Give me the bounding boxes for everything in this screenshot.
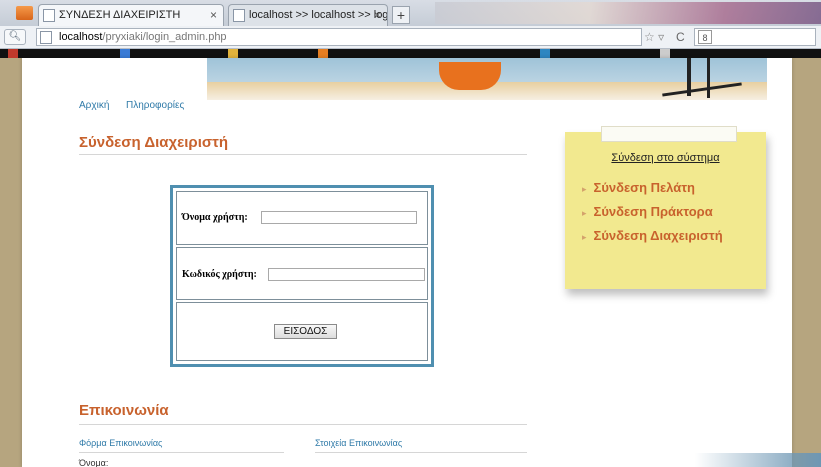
sidebar-item-label: Σύνδεση Πελάτη bbox=[593, 180, 695, 195]
tape-decoration bbox=[601, 126, 737, 142]
submit-row: ΕΙΣΟΔΟΣ bbox=[176, 302, 428, 361]
bookmark-star-icon[interactable]: ☆ ▿ bbox=[644, 30, 664, 44]
contact-form-heading[interactable]: Φόρμα Επικοινωνίας bbox=[79, 438, 162, 448]
divider bbox=[79, 452, 284, 453]
username-row: Όνομα χρήστη: bbox=[176, 191, 428, 245]
page-content: Αρχική Πληροφορίες Σύνδεση Διαχειριστή Ό… bbox=[22, 58, 792, 467]
sidebar-heading: Σύνδεση στο σύστημα bbox=[611, 152, 720, 164]
page-icon bbox=[43, 9, 55, 22]
bookmarks-toolbar bbox=[0, 49, 821, 58]
bookmark-icon[interactable] bbox=[228, 49, 238, 58]
bullet-icon: ▸ bbox=[582, 184, 587, 194]
new-tab-button[interactable]: + bbox=[392, 6, 410, 24]
sidebar-item-label: Σύνδεση Πράκτορα bbox=[593, 204, 713, 219]
sidebar-item-admin-login[interactable]: ▸ Σύνδεση Διαχειριστή bbox=[582, 228, 723, 243]
password-label: Κωδικός χρήστη: bbox=[182, 269, 257, 280]
login-options-card: Σύνδεση στο σύστημα ▸ Σύνδεση Πελάτη ▸ Σύν… bbox=[565, 126, 766, 289]
password-input[interactable] bbox=[268, 268, 425, 281]
sidebar-item-label: Σύνδεση Διαχειριστή bbox=[593, 228, 723, 243]
footer-decoration bbox=[695, 453, 821, 467]
divider bbox=[79, 424, 527, 425]
sidebar-item-client-login[interactable]: ▸ Σύνδεση Πελάτη bbox=[582, 180, 695, 195]
bullet-icon: ▸ bbox=[582, 232, 587, 242]
username-label: Όνομα χρήστη: bbox=[182, 212, 248, 223]
username-input[interactable] bbox=[261, 211, 417, 224]
firefox-menu-button[interactable] bbox=[16, 6, 33, 20]
tabbar-decoration bbox=[435, 2, 821, 24]
contact-info-heading[interactable]: Στοιχεία Επικοινωνίας bbox=[315, 438, 402, 448]
bookmark-icon[interactable] bbox=[318, 49, 328, 58]
menu-home[interactable]: Αρχική bbox=[79, 100, 109, 111]
name-label: Όνομα: bbox=[79, 458, 109, 467]
page-icon bbox=[233, 9, 245, 22]
boat-illustration bbox=[439, 62, 501, 90]
tree-trunk bbox=[707, 58, 710, 98]
sidebar-item-agent-login[interactable]: ▸ Σύνδεση Πράκτορα bbox=[582, 204, 713, 219]
contact-title: Επικοινωνία bbox=[79, 402, 169, 419]
site-identity-icon[interactable] bbox=[40, 31, 52, 44]
login-form: Όνομα χρήστη: Κωδικός χρήστη: ΕΙΣΟΔΟΣ bbox=[170, 185, 434, 367]
bullet-icon: ▸ bbox=[582, 208, 587, 218]
page-title: Σύνδεση Διαχειριστή bbox=[79, 134, 228, 151]
menu-info[interactable]: Πληροφορίες bbox=[126, 100, 184, 111]
password-row: Κωδικός χρήστη: bbox=[176, 247, 428, 300]
bookmark-icon[interactable] bbox=[120, 49, 130, 58]
bookmark-icon[interactable] bbox=[8, 49, 18, 58]
address-bar[interactable]: localhost/pryxiaki/login_admin.php bbox=[36, 28, 642, 46]
divider bbox=[79, 154, 527, 155]
navigation-bar: 🔍︎ localhost/pryxiaki/login_admin.php ☆ … bbox=[0, 26, 821, 49]
tab-title: localhost >> localhost >> login >> l... bbox=[249, 9, 388, 21]
back-icon[interactable]: 🔍︎ bbox=[4, 29, 26, 45]
tab-title: ΣΥΝΔΕΣΗ ΔΙΑΧΕΙΡΙΣΤΗ bbox=[59, 9, 181, 21]
header-illustration bbox=[207, 58, 767, 100]
browser-tab-bar: ΣΥΝΔΕΣΗ ΔΙΑΧΕΙΡΙΣΤΗ × localhost >> local… bbox=[0, 0, 821, 26]
tab-localhost-login[interactable]: localhost >> localhost >> login >> l... … bbox=[228, 4, 388, 26]
reload-icon[interactable]: C bbox=[676, 30, 685, 44]
search-engine-icon[interactable]: 8 bbox=[698, 30, 712, 44]
search-box[interactable]: 8 bbox=[694, 28, 816, 46]
login-button[interactable]: ΕΙΣΟΔΟΣ bbox=[274, 324, 337, 339]
tab-login-admin[interactable]: ΣΥΝΔΕΣΗ ΔΙΑΧΕΙΡΙΣΤΗ × bbox=[38, 4, 224, 26]
bookmark-icon[interactable] bbox=[540, 49, 550, 58]
close-tab-icon[interactable]: × bbox=[374, 5, 381, 25]
url-text: localhost/pryxiaki/login_admin.php bbox=[59, 31, 227, 43]
divider bbox=[315, 452, 527, 453]
close-tab-icon[interactable]: × bbox=[210, 5, 217, 25]
bookmark-icon[interactable] bbox=[660, 49, 670, 58]
